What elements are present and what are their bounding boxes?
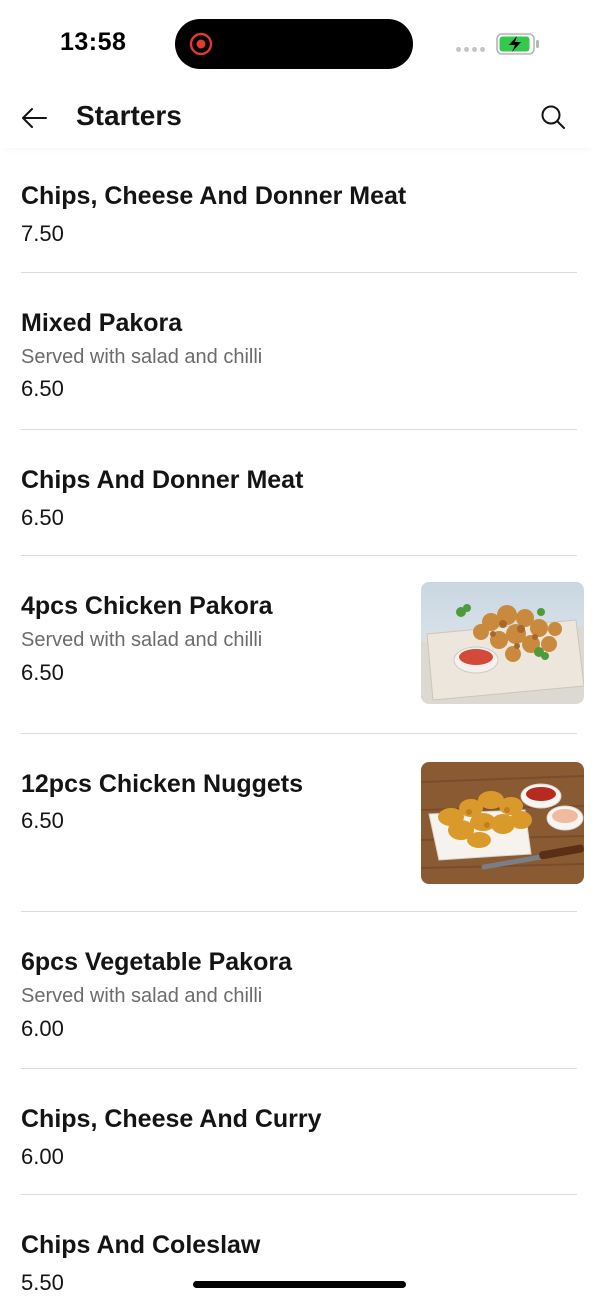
menu-item-name: Mixed Pakora bbox=[21, 309, 183, 337]
menu-item[interactable]: Chips, Cheese And Donner Meat 7.50 bbox=[21, 150, 577, 273]
status-bar: 13:58 bbox=[0, 0, 598, 88]
menu-item-list: Chips, Cheese And Donner Meat 7.50 Mixed… bbox=[0, 150, 598, 1305]
menu-item[interactable]: 12pcs Chicken Nuggets 6.50 bbox=[21, 734, 584, 912]
search-button[interactable] bbox=[532, 96, 574, 138]
status-time: 13:58 bbox=[60, 28, 127, 56]
home-indicator[interactable] bbox=[193, 1281, 406, 1288]
menu-item-name: Chips And Coleslaw bbox=[21, 1231, 261, 1259]
dynamic-island bbox=[175, 19, 413, 69]
menu-item-description: Served with salad and chilli bbox=[21, 985, 263, 1007]
menu-item[interactable]: Mixed Pakora Served with salad and chill… bbox=[21, 273, 577, 430]
menu-item-name: 6pcs Vegetable Pakora bbox=[21, 948, 292, 976]
menu-item-description: Served with salad and chilli bbox=[21, 629, 263, 651]
menu-item-name: Chips, Cheese And Donner Meat bbox=[21, 182, 407, 210]
chicken-pakora-image bbox=[421, 582, 584, 704]
menu-item-price: 6.50 bbox=[21, 660, 64, 685]
menu-item[interactable]: 4pcs Chicken Pakora Served with salad an… bbox=[21, 556, 584, 734]
menu-item[interactable]: Chips And Donner Meat 6.50 bbox=[21, 430, 577, 556]
menu-item-price: 6.50 bbox=[21, 376, 64, 401]
menu-item[interactable]: Chips, Cheese And Curry 6.00 bbox=[21, 1069, 577, 1195]
app-header: Starters bbox=[0, 88, 598, 148]
menu-item-name: Chips And Donner Meat bbox=[21, 466, 304, 494]
back-button[interactable] bbox=[14, 98, 54, 138]
menu-item-price: 7.50 bbox=[21, 221, 64, 246]
battery-charging-icon bbox=[496, 33, 539, 55]
menu-item-name: 4pcs Chicken Pakora bbox=[21, 592, 273, 620]
menu-item-price: 6.50 bbox=[21, 505, 64, 530]
menu-item-description: Served with salad and chilli bbox=[21, 346, 263, 368]
cellular-signal-icon bbox=[456, 47, 485, 52]
back-arrow-icon bbox=[22, 108, 47, 128]
page-title: Starters bbox=[76, 100, 182, 131]
menu-item[interactable]: 6pcs Vegetable Pakora Served with salad … bbox=[21, 912, 577, 1069]
menu-item-price: 5.50 bbox=[21, 1270, 64, 1295]
menu-item-price: 6.50 bbox=[21, 808, 64, 833]
menu-item-name: 12pcs Chicken Nuggets bbox=[21, 770, 304, 798]
menu-item-name: Chips, Cheese And Curry bbox=[21, 1105, 322, 1133]
chicken-nuggets-image bbox=[421, 762, 584, 884]
search-icon bbox=[541, 105, 565, 129]
menu-item-price: 6.00 bbox=[21, 1016, 64, 1041]
screen-recording-icon bbox=[189, 32, 213, 56]
menu-item-price: 6.00 bbox=[21, 1144, 64, 1169]
menu-item[interactable]: Chips And Coleslaw 5.50 bbox=[21, 1195, 577, 1305]
